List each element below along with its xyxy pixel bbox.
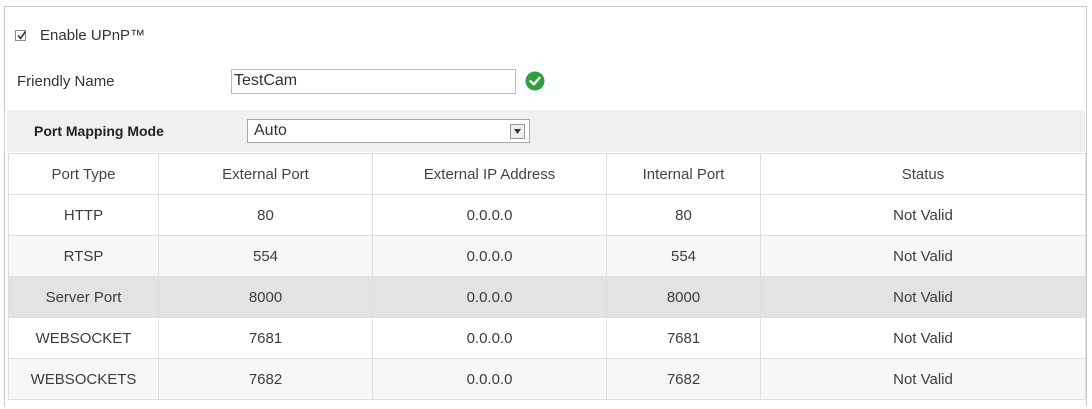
friendly-name-row: Friendly Name — [17, 67, 545, 95]
table-header-row: Port Type External Port External IP Addr… — [8, 153, 1086, 195]
chevron-down-icon — [514, 128, 521, 134]
status-cell: Not Valid — [760, 194, 1086, 236]
port-mapping-table: Port Type External Port External IP Addr… — [8, 153, 1086, 400]
external-ip-cell: 0.0.0.0 — [372, 194, 607, 236]
column-header-external-port: External Port — [158, 153, 373, 195]
table-row[interactable]: WEBSOCKET 7681 0.0.0.0 7681 Not Valid — [8, 317, 1086, 359]
internal-port-cell: 7681 — [606, 317, 761, 359]
external-port-cell: 80 — [158, 194, 373, 236]
external-port-cell: 8000 — [158, 276, 373, 318]
port-type-cell: WEBSOCKETS — [8, 358, 159, 400]
friendly-name-input[interactable] — [231, 68, 516, 94]
status-cell: Not Valid — [760, 276, 1086, 318]
check-circle-icon — [525, 71, 545, 91]
checkmark-icon — [17, 30, 27, 40]
internal-port-cell: 554 — [606, 235, 761, 277]
table-row[interactable]: HTTP 80 0.0.0.0 80 Not Valid — [8, 194, 1086, 236]
internal-port-cell: 8000 — [606, 276, 761, 318]
external-ip-cell: 0.0.0.0 — [372, 276, 607, 318]
internal-port-cell: 7682 — [606, 358, 761, 400]
friendly-name-label: Friendly Name — [17, 72, 115, 90]
external-port-cell: 554 — [158, 235, 373, 277]
status-cell: Not Valid — [760, 235, 1086, 277]
column-header-port-type: Port Type — [8, 153, 159, 195]
column-header-internal-port: Internal Port — [606, 153, 761, 195]
port-type-cell: HTTP — [8, 194, 159, 236]
port-type-cell: Server Port — [8, 276, 159, 318]
dropdown-button[interactable] — [510, 123, 525, 139]
port-mapping-mode-label: Port Mapping Mode — [34, 123, 164, 139]
port-mapping-mode-value: Auto — [254, 122, 287, 139]
internal-port-cell: 80 — [606, 194, 761, 236]
port-mapping-mode-select[interactable]: Auto — [247, 119, 530, 143]
table-row[interactable]: RTSP 554 0.0.0.0 554 Not Valid — [8, 235, 1086, 277]
status-cell: Not Valid — [760, 317, 1086, 359]
table-row[interactable]: Server Port 8000 0.0.0.0 8000 Not Valid — [8, 276, 1086, 318]
table-row[interactable]: WEBSOCKETS 7682 0.0.0.0 7682 Not Valid — [8, 358, 1086, 400]
status-cell: Not Valid — [760, 358, 1086, 400]
external-port-cell: 7682 — [158, 358, 373, 400]
port-type-cell: RTSP — [8, 235, 159, 277]
external-port-cell: 7681 — [158, 317, 373, 359]
external-ip-cell: 0.0.0.0 — [372, 358, 607, 400]
external-ip-cell: 0.0.0.0 — [372, 235, 607, 277]
enable-upnp-label: Enable UPnP™ — [40, 26, 146, 44]
external-ip-cell: 0.0.0.0 — [372, 317, 607, 359]
column-header-external-ip: External IP Address — [372, 153, 607, 195]
port-mapping-mode-row: Port Mapping Mode Auto — [7, 110, 1085, 152]
enable-upnp-checkbox[interactable] — [15, 29, 27, 41]
port-type-cell: WEBSOCKET — [8, 317, 159, 359]
column-header-status: Status — [760, 153, 1086, 195]
enable-upnp-row: Enable UPnP™ — [15, 24, 145, 46]
